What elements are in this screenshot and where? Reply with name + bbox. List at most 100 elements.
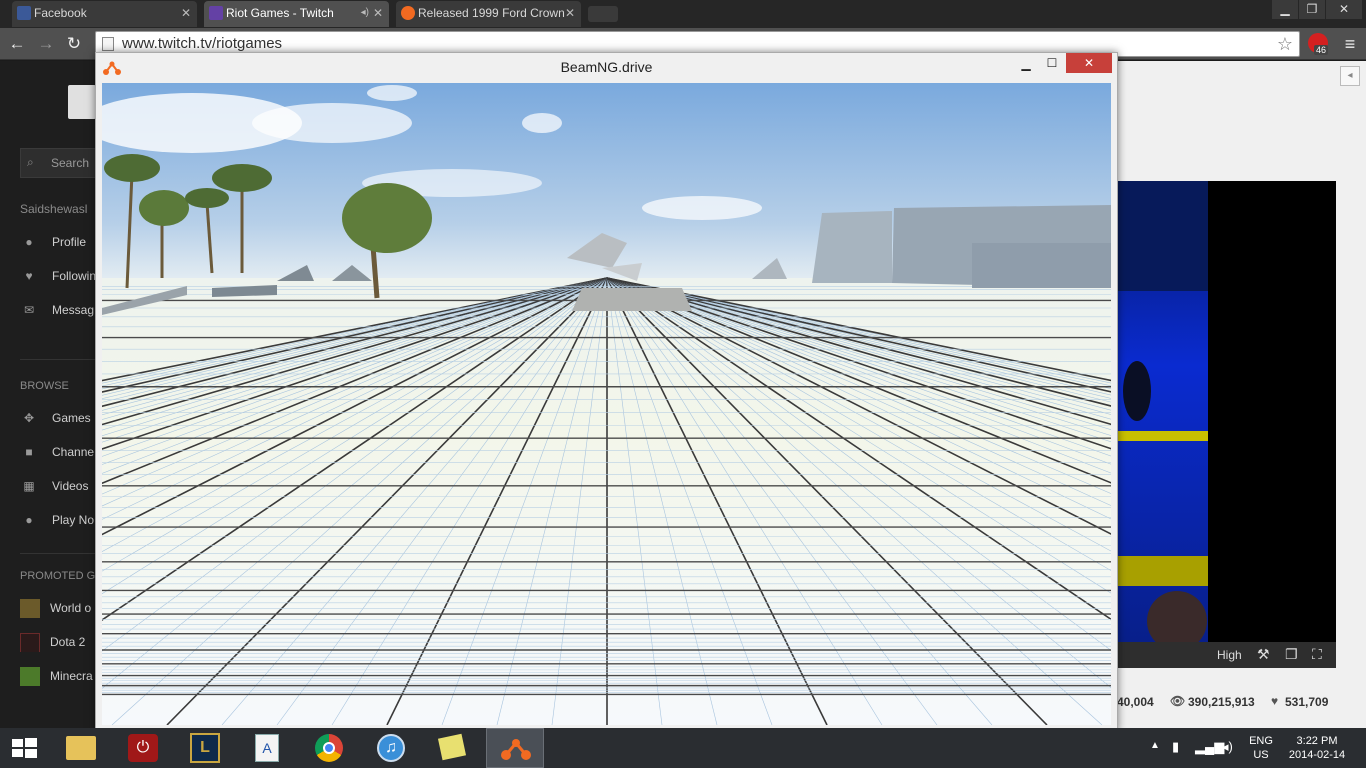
tab-title: Released 1999 Ford Crown [418, 6, 565, 20]
popout-icon[interactable]: ❐ [1285, 646, 1298, 663]
page-icon [102, 37, 114, 51]
sidebar-item-videos[interactable]: ▦ Videos [22, 476, 96, 496]
minimize-button[interactable]: ▁ [1272, 0, 1298, 19]
wrench-icon[interactable]: ⚒ [1257, 646, 1270, 663]
bag-icon: ● [25, 513, 33, 527]
game-thumbnail [20, 666, 40, 686]
cloud [522, 113, 562, 133]
search-icon: ⌕ [27, 155, 34, 169]
sidebar-item-messages[interactable]: ✉ Messag [22, 300, 96, 320]
fullscreen-icon[interactable]: ⛶ [1312, 646, 1322, 663]
close-window-button[interactable]: ✕ [1066, 53, 1112, 73]
sidebar-item-following[interactable]: ♥ Followin [22, 266, 96, 286]
new-tab-button[interactable] [588, 6, 618, 22]
views-count: 390,215,913 [1188, 695, 1255, 709]
facebook-icon [17, 6, 31, 20]
building [812, 211, 892, 283]
stream-video-frame [1117, 181, 1336, 651]
window-title: BeamNG.drive [560, 59, 653, 75]
close-icon[interactable]: ✕ [565, 1, 575, 25]
chrome-icon[interactable] [300, 728, 358, 768]
divider [20, 553, 96, 554]
window-titlebar[interactable]: BeamNG.drive [96, 53, 1117, 83]
close-window-button[interactable]: ✕ [1326, 0, 1362, 19]
stat-partial: 40,004 [1117, 695, 1154, 709]
sticky-notes-icon[interactable] [424, 728, 482, 768]
minimize-button[interactable]: ▁ [1018, 57, 1034, 75]
twitch-logo[interactable] [68, 85, 96, 119]
sidebar-item-channels[interactable]: ■ Channe [22, 442, 96, 462]
bookmark-star-icon[interactable]: ☆ [1277, 32, 1293, 56]
game-viewport[interactable] [102, 83, 1111, 725]
signal-icon[interactable]: ▂▄▆ [1195, 739, 1224, 755]
forward-button[interactable]: → [35, 33, 57, 55]
twitch-sidebar: ⌕ Search Saidshewasl ● Profile ♥ Followin … [0, 61, 96, 728]
close-icon[interactable]: ✕ [373, 1, 383, 25]
tab-twitch[interactable]: Riot Games - Twitch ◂) ✕ [204, 1, 389, 27]
clock[interactable]: 3:22 PM 2014-02-14 [1282, 734, 1352, 762]
reload-button[interactable]: ↻ [63, 33, 85, 55]
close-icon[interactable]: ✕ [181, 1, 191, 25]
sidebar-item-play-now[interactable]: ● Play No [22, 510, 96, 530]
sidebar-item-profile[interactable]: ● Profile [22, 232, 96, 252]
collapse-chat-button[interactable]: ◂ [1340, 66, 1360, 86]
power-app-icon[interactable]: ⏻ [114, 728, 172, 768]
battery-icon[interactable]: ▮ [1172, 739, 1179, 755]
person-icon: ● [25, 235, 33, 249]
followers-count: 531,709 [1285, 695, 1329, 709]
volume-icon[interactable]: ◂) [1222, 739, 1233, 755]
maximize-button[interactable]: ☐ [1044, 56, 1060, 74]
cloud [252, 103, 412, 143]
promoted-heading: PROMOTED GA [20, 570, 96, 582]
building [972, 243, 1111, 288]
cloud [367, 85, 417, 101]
beamng-logo-icon [103, 61, 121, 75]
player-controls: High ⚒ ❐ ⛶ [1117, 642, 1336, 668]
input-language[interactable]: ENG US [1246, 734, 1276, 762]
search-input[interactable]: ⌕ Search [20, 148, 96, 178]
channel-stats: 40,004 👁 390,215,913 ♥ 531,709 [1117, 694, 1366, 713]
game-thumbnail [20, 632, 40, 652]
notepad-icon[interactable]: A [238, 728, 296, 768]
file-explorer-icon[interactable] [52, 728, 110, 768]
beamng-icon[interactable] [486, 728, 544, 768]
beamng-icon [401, 6, 415, 20]
username[interactable]: Saidshewasl [20, 202, 96, 216]
browse-heading: BROWSE [20, 380, 69, 392]
twitch-icon [209, 6, 223, 20]
tab-title: Facebook [34, 6, 87, 20]
promoted-item-dota[interactable]: Dota 2 [20, 632, 94, 652]
quality-selector[interactable]: High [1217, 648, 1242, 662]
back-button[interactable]: ← [6, 33, 28, 55]
itunes-icon[interactable]: ♫ [362, 728, 420, 768]
divider [20, 359, 96, 360]
sidebar-item-games[interactable]: ✥ Games [22, 408, 96, 428]
promoted-item-world[interactable]: World o [20, 598, 94, 618]
taskbar: ⏻ L A ♫ ▲ ▮ ▂▄▆ ◂) ENG US 3:22 PM 2014-0… [0, 728, 1366, 768]
eye-icon: 👁 [1170, 694, 1186, 708]
grid-icon: ▦ [23, 479, 35, 493]
search-placeholder: Search [51, 156, 90, 170]
start-button[interactable] [10, 737, 38, 759]
game-scene [102, 83, 1111, 725]
tab-facebook[interactable]: Facebook ✕ [12, 1, 197, 27]
gamepad-icon: ✥ [23, 411, 35, 425]
envelope-icon: ✉ [23, 303, 35, 317]
camera-icon: ■ [25, 445, 33, 459]
extension-badge: 46 [1314, 45, 1329, 55]
league-of-legends-icon[interactable]: L [176, 728, 234, 768]
tab-title: Riot Games - Twitch [226, 6, 334, 20]
beamng-window[interactable]: BeamNG.drive ▁ ☐ ✕ [95, 52, 1118, 732]
game-thumbnail [20, 598, 40, 618]
road-strip [572, 288, 692, 311]
promoted-item-minecraft[interactable]: Minecra [20, 666, 94, 686]
heart-icon: ♥ [1271, 694, 1279, 708]
video-player[interactable] [1117, 181, 1336, 667]
menu-icon[interactable]: ≡ [1340, 33, 1360, 55]
restore-button[interactable]: ❐ [1299, 0, 1325, 19]
cloud [642, 196, 762, 220]
tab-strip: Facebook ✕ Riot Games - Twitch ◂) ✕ Rele… [0, 0, 1366, 28]
tray-expand-icon[interactable]: ▲ [1150, 740, 1160, 751]
tab-beamng-forum[interactable]: Released 1999 Ford Crown ✕ [396, 1, 581, 27]
heart-icon: ♥ [25, 269, 33, 283]
